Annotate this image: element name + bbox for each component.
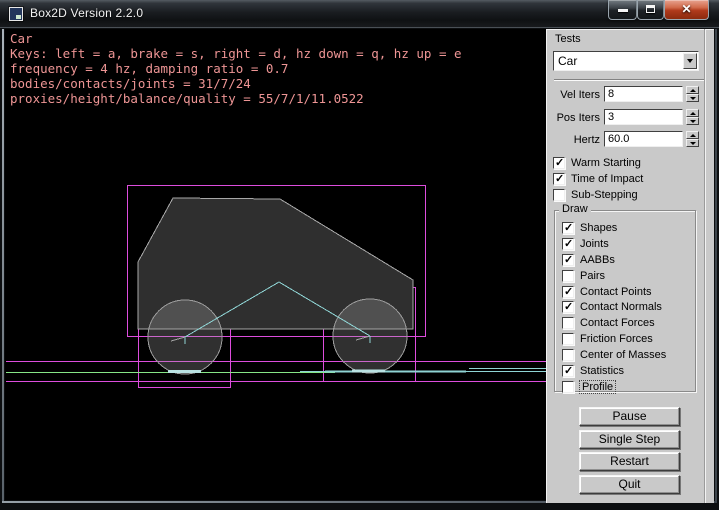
chevron-down-icon [687,59,693,63]
checkbox-label[interactable]: Sub-Stepping [571,189,638,201]
pos-iters-spin-up[interactable] [686,109,699,117]
hertz-spin-up[interactable] [686,131,699,139]
pos-iters-label: Pos Iters [546,112,600,124]
spinner-up-icon [690,112,696,115]
test-select-dropdown[interactable]: Car [553,51,699,71]
window-title: Box2D Version 2.2.0 [30,6,143,20]
checkbox-label[interactable]: Joints [580,238,609,250]
checkbox-label[interactable]: Center of Masses [580,349,666,361]
window-titlebar[interactable]: Box2D Version 2.2.0 ✕ [0,0,719,28]
checkbox-warm-starting[interactable] [553,157,565,169]
checkbox-friction-forces[interactable] [562,333,574,345]
hertz-spin-down[interactable] [686,139,699,147]
panel-column-edge [705,29,706,503]
hertz-label: Hertz [546,134,600,146]
spinner-up-icon [690,89,696,92]
maximize-icon [646,5,655,13]
separator [554,79,704,81]
checkbox-label[interactable]: Friction Forces [580,333,653,345]
vel-iters-input[interactable] [604,86,683,102]
checkbox-time-of-impact[interactable] [553,173,565,185]
checkbox-label[interactable]: Time of Impact [571,173,643,185]
close-icon: ✕ [665,2,708,16]
checkbox-label[interactable]: Contact Points [580,286,652,298]
checkbox-label[interactable]: Contact Forces [580,317,655,329]
application-window: { "window": { "title": "Box2D Version 2.… [0,0,719,510]
checkbox-label[interactable]: Profile [580,381,615,393]
checkbox-label[interactable]: Warm Starting [571,157,641,169]
minimize-button[interactable] [608,0,637,20]
checkbox-sub-stepping[interactable] [553,189,565,201]
test-select-value: Car [558,54,577,68]
dropdown-button[interactable] [683,53,697,69]
spinner-up-icon [690,134,696,137]
restart-button[interactable]: Restart [579,452,680,471]
window-frame-edge [715,29,717,501]
window-frame-edge [2,29,4,501]
quit-button[interactable]: Quit [579,475,680,494]
tests-label: Tests [555,33,581,45]
checkbox-label[interactable]: Pairs [580,270,605,282]
close-button[interactable]: ✕ [664,0,709,20]
spinner-down-icon [690,120,696,123]
pos-iters-input[interactable] [604,109,683,125]
maximize-button[interactable] [637,0,664,20]
car-scene [5,29,546,500]
checkbox-label[interactable]: Statistics [580,365,624,377]
pause-button[interactable]: Pause [579,407,680,426]
checkbox-shapes[interactable] [562,222,574,234]
checkbox-label[interactable]: AABBs [580,254,615,266]
single-step-button[interactable]: Single Step [579,430,680,449]
checkbox-statistics[interactable] [562,365,574,377]
physics-canvas[interactable]: Car Keys: left = a, brake = s, right = d… [5,29,546,500]
checkbox-contact-forces[interactable] [562,317,574,329]
checkbox-profile[interactable] [562,381,574,393]
spinner-down-icon [690,142,696,145]
draw-group-title: Draw [559,203,591,215]
checkbox-label[interactable]: Contact Normals [580,301,662,313]
checkbox-pairs[interactable] [562,270,574,282]
checkbox-contact-points[interactable] [562,286,574,298]
vel-iters-spin-down[interactable] [686,94,699,102]
contact-patches [168,371,385,372]
hertz-input[interactable] [604,131,683,147]
minimize-icon [618,9,628,12]
checkbox-contact-normals[interactable] [562,301,574,313]
checkbox-joints[interactable] [562,238,574,250]
vel-iters-spin-up[interactable] [686,86,699,94]
control-panel: Tests Car Vel Iters Pos Iters Hertz Warm… [546,29,714,503]
vel-iters-label: Vel Iters [546,89,600,101]
pos-iters-spin-down[interactable] [686,117,699,125]
checkbox-center-of-masses[interactable] [562,349,574,361]
checkbox-aabbs[interactable] [562,254,574,266]
spinner-down-icon [690,97,696,100]
checkbox-label[interactable]: Shapes [580,222,617,234]
app-icon [9,7,23,21]
